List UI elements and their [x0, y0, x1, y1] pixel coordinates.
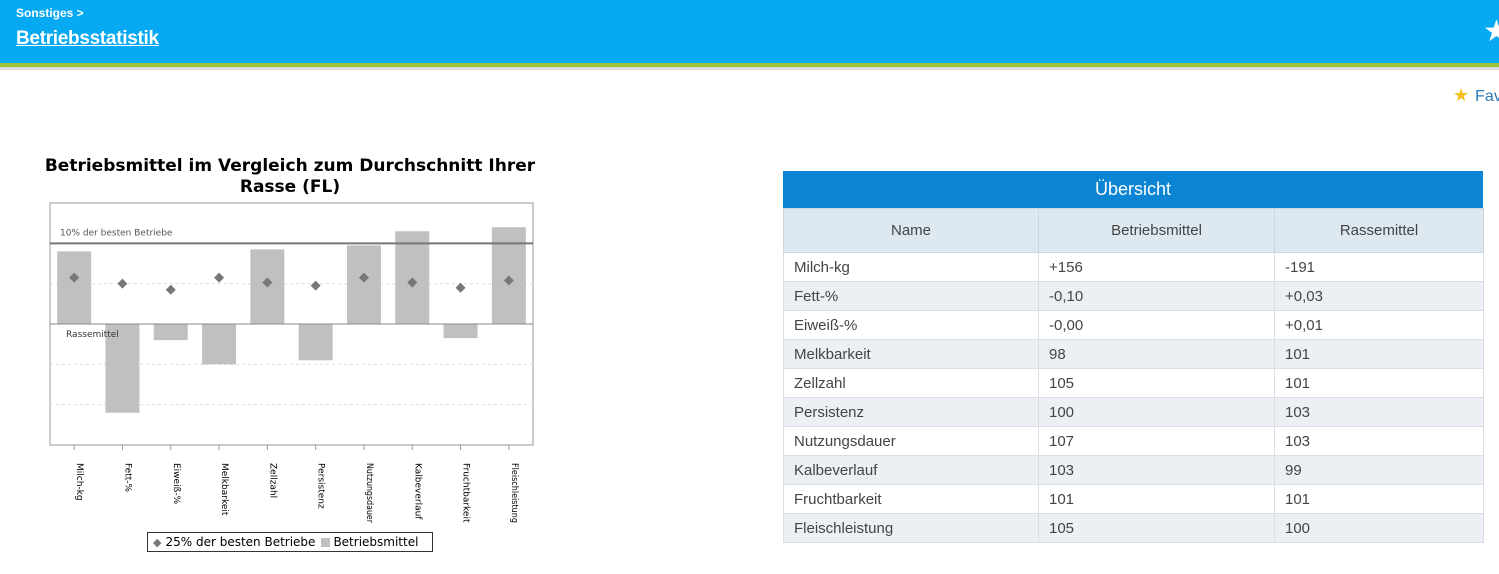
overview-title: Übersicht: [783, 171, 1483, 208]
chart-bar: [202, 324, 237, 365]
table-cell: 103: [1274, 397, 1484, 427]
overview-table: Name Betriebsmittel Rassemittel Milch-kg…: [783, 208, 1484, 543]
x-tick-label: Zellzahl: [267, 463, 277, 498]
x-tick-label: Fleischleistung: [509, 463, 519, 523]
table-cell: 98: [1038, 339, 1275, 369]
x-tick-label: Persistenz: [316, 463, 326, 509]
table-cell: 103: [1274, 426, 1484, 456]
legend-marker-label: 25% der besten Betriebe: [165, 535, 316, 549]
table-cell: +0,03: [1274, 281, 1484, 311]
favorites-label: Fav: [1475, 88, 1499, 105]
table-row: Fruchtbarkeit 101 101: [783, 484, 1484, 514]
table-row: Eiweiß-% -0,00 +0,01: [783, 310, 1484, 340]
column-header-name: Name: [783, 208, 1039, 253]
table-cell: -0,00: [1038, 310, 1275, 340]
x-tick-label: Melkbarkeit: [219, 463, 229, 516]
table-cell: Fruchtbarkeit: [783, 484, 1039, 514]
table-cell: 103: [1038, 455, 1275, 485]
chart-bar: [298, 324, 333, 361]
table-row: Fett-% -0,10 +0,03: [783, 281, 1484, 311]
baseline-label: Rassemittel: [66, 330, 119, 340]
table-cell: Eiweiß-%: [783, 310, 1039, 340]
table-cell: -0,10: [1038, 281, 1275, 311]
table-row: Persistenz 100 103: [783, 397, 1484, 427]
table-cell: Fleischleistung: [783, 513, 1039, 543]
table-cell: Milch-kg: [783, 252, 1039, 282]
chart-bar: [57, 251, 92, 324]
table-cell: Fett-%: [783, 281, 1039, 311]
table-cell: 100: [1274, 513, 1484, 543]
x-tick-label: Kalbeverlauf: [412, 463, 422, 520]
legend-bar-label: Betriebsmittel: [333, 535, 419, 549]
table-cell: Kalbeverlauf: [783, 455, 1039, 485]
diamond-marker-icon: ◆: [153, 536, 162, 549]
column-header-betriebsmittel: Betriebsmittel: [1038, 208, 1275, 253]
table-cell: 99: [1274, 455, 1484, 485]
table-cell: -191: [1274, 252, 1484, 282]
x-tick-label: Fett-%: [122, 463, 132, 493]
table-row: Melkbarkeit 98 101: [783, 339, 1484, 369]
table-cell: Nutzungsdauer: [783, 426, 1039, 456]
table-cell: 101: [1274, 484, 1484, 514]
table-cell: 101: [1274, 339, 1484, 369]
table-cell: 105: [1038, 368, 1275, 398]
x-tick-label: Eiweiß-%: [171, 463, 181, 505]
table-cell: 100: [1038, 397, 1275, 427]
table-cell: 105: [1038, 513, 1275, 543]
overview-panel: Übersicht Name Betriebsmittel Rassemitte…: [783, 171, 1484, 543]
star-icon: ★: [1453, 85, 1470, 105]
column-header-rassemittel: Rassemittel: [1274, 208, 1484, 253]
table-cell: Persistenz: [783, 397, 1039, 427]
bar-swatch-icon: [321, 537, 331, 547]
table-row: Kalbeverlauf 103 99: [783, 455, 1484, 485]
table-row: Nutzungsdauer 107 103: [783, 426, 1484, 456]
table-cell: +156: [1038, 252, 1275, 282]
star-icon[interactable]: ★: [1483, 15, 1499, 49]
table-row: Fleischleistung 105 100: [783, 513, 1484, 543]
chart-bar: [443, 324, 478, 339]
table-cell: 107: [1038, 426, 1275, 456]
table-cell: Melkbarkeit: [783, 339, 1039, 369]
table-cell: 101: [1274, 368, 1484, 398]
x-tick-label: Nutzungsdauer: [364, 463, 374, 523]
x-tick-label: Fruchtbarkeit: [461, 463, 471, 523]
table-cell: 101: [1038, 484, 1275, 514]
table-row: Milch-kg +156 -191: [783, 252, 1484, 282]
x-tick-label: Milch-kg: [74, 463, 84, 501]
chart-legend: ◆ 25% der besten Betriebe Betriebsmittel: [147, 532, 433, 552]
table-header-row: Name Betriebsmittel Rassemittel: [783, 208, 1484, 253]
chart-bar: [346, 245, 381, 324]
reference-line-label: 10% der besten Betriebe: [60, 228, 173, 238]
chart-bar: [153, 324, 188, 341]
table-row: Zellzahl 105 101: [783, 368, 1484, 398]
favorites-link[interactable]: ★ Fav: [1453, 85, 1499, 106]
table-cell: Zellzahl: [783, 368, 1039, 398]
table-cell: +0,01: [1274, 310, 1484, 340]
chart: 10% der besten Betriebe Rassemittel Milch-…: [49, 202, 534, 523]
